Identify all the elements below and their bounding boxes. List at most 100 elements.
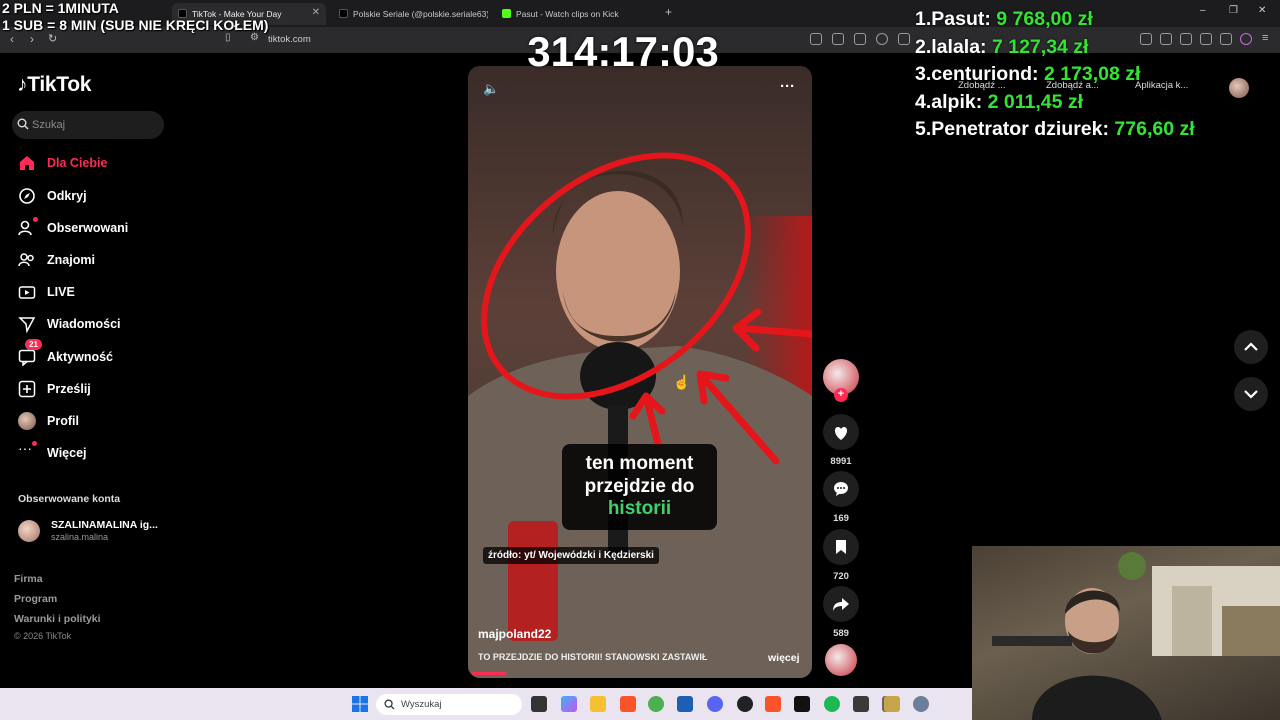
- webcam-feed: [972, 546, 1280, 720]
- nav-friends[interactable]: Znajomi: [18, 248, 178, 272]
- follow-plus-icon[interactable]: +: [834, 388, 848, 402]
- taskbar-search-input[interactable]: Wyszukaj: [376, 694, 522, 715]
- like-button[interactable]: 8991: [822, 414, 860, 467]
- app-icon[interactable]: [794, 696, 810, 712]
- extension-icon[interactable]: [810, 33, 822, 45]
- save-button[interactable]: 720: [822, 529, 860, 582]
- reload-icon[interactable]: ↻: [48, 32, 57, 45]
- creator-avatar-button[interactable]: +: [822, 359, 860, 402]
- donation-leaderboard: 1.Pasut: 9 768,00 zł 2.lalala: 7 127,34 …: [915, 8, 1195, 146]
- maximize-icon[interactable]: ❐: [1229, 5, 1238, 16]
- nav-profile[interactable]: Profil: [18, 409, 178, 433]
- copilot-icon[interactable]: [561, 696, 577, 712]
- nav-messages[interactable]: Wiadomości: [18, 312, 178, 336]
- comment-count: 169: [833, 513, 849, 524]
- nav-label: Aktywność: [47, 350, 113, 364]
- zoom-icon[interactable]: [876, 33, 888, 45]
- shield-icon[interactable]: [1220, 33, 1232, 45]
- friends-icon: [18, 253, 34, 267]
- terminal-icon[interactable]: [853, 696, 869, 712]
- file-explorer-icon[interactable]: [590, 696, 606, 712]
- activity-badge: 21: [25, 339, 42, 350]
- chrome-icon[interactable]: [648, 696, 664, 712]
- leaderboard-row: 3.centuriond: 2 173,08 zł: [915, 63, 1195, 91]
- minimize-icon[interactable]: –: [1200, 5, 1206, 16]
- chevron-up-icon: [1244, 342, 1258, 351]
- leaderboard-row: 2.lalala: 7 127,34 zł: [915, 36, 1195, 64]
- leaderboard-row: 5.Penetrator dziurek: 776,60 zł: [915, 118, 1195, 146]
- followed-accounts-header: Obserwowane konta: [18, 493, 121, 505]
- tiktok-logo[interactable]: ♪TikTok: [17, 73, 91, 97]
- video-author[interactable]: majpoland22: [478, 627, 551, 641]
- search-input[interactable]: Szukaj: [12, 111, 164, 139]
- bookmark-icon[interactable]: ▯: [225, 32, 231, 43]
- taskbar-search-placeholder: Wyszukaj: [401, 699, 442, 710]
- obs-icon[interactable]: [737, 696, 753, 712]
- app-icon[interactable]: [884, 696, 900, 712]
- brave-icon[interactable]: [765, 696, 781, 712]
- copyright: © 2026 TikTok: [14, 631, 72, 641]
- extension-icon[interactable]: [1200, 33, 1212, 45]
- tab-polskie-seriale[interactable]: Polskie Seriale (@polskie.seriale63) |: [333, 3, 488, 25]
- windows-start-icon[interactable]: [352, 696, 368, 712]
- video-player[interactable]: 🔈 ··· ten moment przejdzie do historii ź…: [468, 66, 812, 678]
- followed-account[interactable]: SZALINAMALINA ig... szalina.malina: [18, 518, 178, 546]
- donor-name: alpik:: [931, 90, 983, 113]
- donor-name: centuriond:: [931, 63, 1039, 85]
- new-tab-button[interactable]: +: [665, 5, 672, 19]
- task-view-icon[interactable]: [531, 696, 547, 712]
- chevron-down-icon: [1244, 390, 1258, 399]
- nav-activity[interactable]: 21 Aktywność: [18, 339, 178, 369]
- video-progress-bar[interactable]: [472, 672, 506, 675]
- spotify-icon[interactable]: [824, 696, 840, 712]
- next-video-button[interactable]: [1234, 377, 1268, 411]
- nav-explore[interactable]: Odkryj: [18, 184, 178, 208]
- settings-icon[interactable]: [913, 696, 929, 712]
- footer-link-company[interactable]: Firma: [14, 573, 43, 585]
- nav-following[interactable]: Obserwowani: [18, 216, 178, 240]
- footer-link-terms[interactable]: Warunki i polityki: [14, 613, 101, 625]
- translate-icon[interactable]: [832, 33, 844, 45]
- extension-icon[interactable]: [854, 33, 866, 45]
- comment-button[interactable]: 169: [822, 471, 860, 524]
- close-window-icon[interactable]: ✕: [1258, 5, 1266, 16]
- previous-video-button[interactable]: [1234, 330, 1268, 364]
- close-tab-icon[interactable]: ✕: [312, 7, 320, 18]
- footer-link-program[interactable]: Program: [14, 593, 57, 605]
- account-handle: szalina.malina: [51, 532, 109, 542]
- back-icon[interactable]: ‹: [10, 32, 14, 46]
- kick-icon: [502, 9, 511, 18]
- nav-label: Profil: [47, 414, 79, 428]
- home-icon: [20, 156, 34, 170]
- menu-icon[interactable]: ≡: [1262, 32, 1268, 44]
- share-button[interactable]: 589: [822, 586, 860, 639]
- nav-upload[interactable]: Prześlij: [18, 377, 178, 401]
- nav-label: Więcej: [47, 446, 87, 460]
- share-icon[interactable]: [898, 33, 910, 45]
- sound-avatar-button[interactable]: [822, 644, 860, 676]
- messages-icon: [18, 317, 36, 333]
- forward-icon[interactable]: ›: [30, 32, 34, 46]
- rank: 3.: [915, 63, 932, 85]
- brave-icon[interactable]: [620, 696, 636, 712]
- discord-icon[interactable]: [707, 696, 723, 712]
- mouse-cursor-icon: ☝: [673, 374, 691, 390]
- leaderboard-row: 1.Pasut: 9 768,00 zł: [915, 8, 1195, 36]
- donation-amount: 2 011,45 zł: [987, 90, 1084, 113]
- nav-for-you[interactable]: Dla Ciebie: [18, 151, 178, 175]
- nav-more[interactable]: ··· Więcej: [18, 441, 178, 465]
- comment-icon: [823, 471, 859, 507]
- notification-dot: [32, 441, 37, 446]
- site-info-icon[interactable]: ⚙: [250, 32, 259, 43]
- subtitle-line: ten moment: [585, 453, 694, 474]
- store-icon[interactable]: [677, 696, 693, 712]
- volume-icon[interactable]: 🔈: [483, 81, 499, 97]
- nav-live[interactable]: LIVE: [18, 280, 178, 304]
- ai-icon[interactable]: [1240, 33, 1252, 45]
- tab-kick[interactable]: Pasut - Watch clips on Kick: [496, 3, 656, 25]
- more-caption-button[interactable]: więcej: [768, 652, 800, 664]
- url-field[interactable]: tiktok.com: [268, 34, 311, 45]
- more-options-icon[interactable]: ···: [780, 78, 795, 95]
- avatar[interactable]: [1229, 78, 1249, 98]
- logo-text: TikTok: [27, 73, 92, 96]
